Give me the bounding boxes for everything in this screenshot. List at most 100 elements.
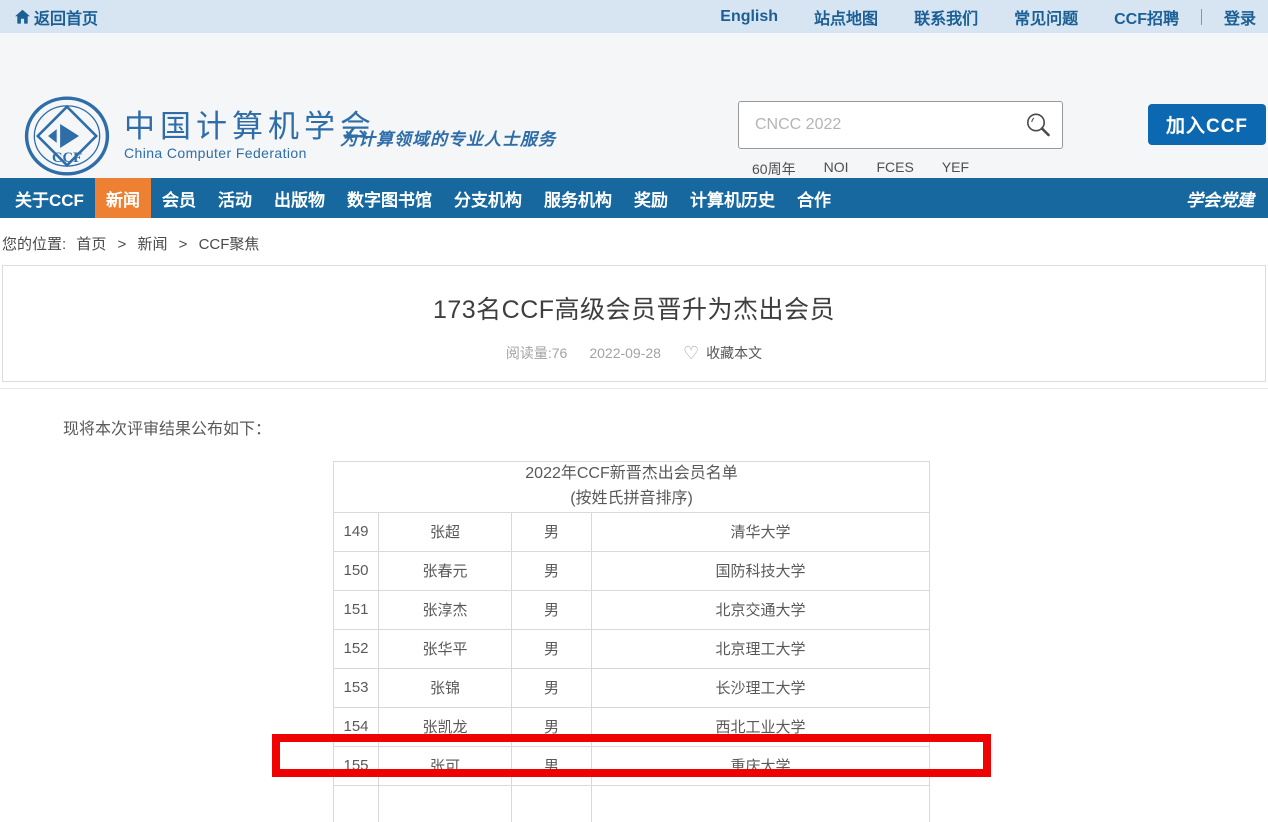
table-title: 2022年CCF新晋杰出会员名单 (按姓氏拼音排序) (334, 462, 930, 513)
hot-link-yef[interactable]: YEF (942, 159, 969, 179)
cell-affiliation: 国防科技大学 (592, 551, 930, 590)
nav-item-party-building[interactable]: 学会党建 (1186, 178, 1268, 218)
table-row-partial (334, 785, 930, 822)
ccf-news-page: 返回首页 English 站点地图 联系我们 常见问题 CCF招聘 登录 CCF… (0, 0, 1268, 822)
cell-name: 张春元 (379, 551, 512, 590)
topbar-links: English 站点地图 联系我们 常见问题 CCF招聘 登录 (720, 5, 1256, 29)
nav-item-publications[interactable]: 出版物 (263, 178, 336, 218)
cell-no: 155 (334, 746, 379, 785)
table-row: 155 张可 男 重庆大学 (334, 746, 930, 785)
cell-name: 张超 (379, 512, 512, 551)
search-icon[interactable] (1024, 111, 1052, 139)
nav-item-activities[interactable]: 活动 (207, 178, 263, 218)
cell-no: 151 (334, 590, 379, 629)
cell-gender: 男 (512, 746, 592, 785)
nav-item-about[interactable]: 关于CCF (4, 178, 95, 218)
ccf-logo-emblem: CCF (24, 93, 110, 179)
back-to-home-label: 返回首页 (34, 5, 98, 29)
nav-item-services[interactable]: 服务机构 (533, 178, 623, 218)
nav-item-cooperation[interactable]: 合作 (786, 178, 842, 218)
cell-name: 张锦 (379, 668, 512, 707)
topbar-link-sitemap[interactable]: 站点地图 (814, 5, 878, 29)
nav-item-awards[interactable]: 奖励 (623, 178, 679, 218)
join-ccf-button[interactable]: 加入CCF (1148, 104, 1266, 145)
breadcrumb-separator: > (179, 236, 188, 253)
breadcrumb-ccf-focus[interactable]: CCF聚焦 (199, 236, 260, 253)
article-title-card: 173名CCF高级会员晋升为杰出会员 阅读量:76 2022-09-28 ♡ 收… (2, 265, 1266, 382)
cell-gender: 男 (512, 512, 592, 551)
topbar-link-contact[interactable]: 联系我们 (914, 5, 978, 29)
cell-affiliation: 清华大学 (592, 512, 930, 551)
cell-affiliation: 西北工业大学 (592, 707, 930, 746)
cell-name: 张凯龙 (379, 707, 512, 746)
org-tagline: 为计算领域的专业人士服务 (340, 125, 556, 150)
top-utility-bar: 返回首页 English 站点地图 联系我们 常见问题 CCF招聘 登录 (0, 0, 1268, 33)
breadcrumb-home[interactable]: 首页 (76, 236, 106, 253)
cell-name: 张淳杰 (379, 590, 512, 629)
table-row: 153 张锦 男 长沙理工大学 (334, 668, 930, 707)
hot-link-noi[interactable]: NOI (824, 159, 849, 179)
cell-no: 152 (334, 629, 379, 668)
org-name-block: 中国计算机学会 China Computer Federation (124, 111, 376, 161)
breadcrumb-news[interactable]: 新闻 (137, 236, 167, 253)
back-to-home-link[interactable]: 返回首页 (14, 5, 98, 29)
table-title-line2: (按姓氏拼音排序) (334, 487, 929, 512)
nav-item-computer-history[interactable]: 计算机历史 (679, 178, 786, 218)
hot-link-fces[interactable]: FCES (876, 159, 913, 179)
cell-gender: 男 (512, 668, 592, 707)
table-row: 150 张春元 男 国防科技大学 (334, 551, 930, 590)
search-box (738, 101, 1063, 149)
cell-gender (512, 785, 592, 822)
cell-no (334, 785, 379, 822)
cell-affiliation: 北京交通大学 (592, 590, 930, 629)
search-zone: 60周年 NOI FCES YEF (738, 101, 1068, 179)
cell-affiliation: 长沙理工大学 (592, 668, 930, 707)
table-row: 152 张华平 男 北京理工大学 (334, 629, 930, 668)
hot-links: 60周年 NOI FCES YEF (752, 159, 1068, 179)
nav-item-news[interactable]: 新闻 (95, 178, 151, 218)
main-nav: 关于CCF 新闻 会员 活动 出版物 数字图书馆 分支机构 服务机构 奖励 计算… (0, 178, 1268, 218)
topbar-link-faq[interactable]: 常见问题 (1014, 5, 1078, 29)
article-content: 现将本次评审结果公布如下： 2022年CCF新晋杰出会员名单 (按姓氏拼音排序)… (0, 388, 1268, 822)
breadcrumb: 您的位置: 首页 > 新闻 > CCF聚焦 (0, 218, 1268, 265)
article-meta: 阅读量:76 2022-09-28 ♡ 收藏本文 (3, 343, 1265, 363)
topbar-link-recruit[interactable]: CCF招聘 (1114, 5, 1179, 29)
breadcrumb-prefix: 您的位置: (2, 236, 66, 253)
cell-affiliation (592, 785, 930, 822)
cell-name: 张华平 (379, 629, 512, 668)
ccf-logo-link[interactable]: CCF 中国计算机学会 China Computer Federation (24, 93, 376, 179)
favorite-label: 收藏本文 (706, 343, 762, 363)
svg-text:CCF: CCF (52, 150, 82, 166)
cell-no: 153 (334, 668, 379, 707)
cell-no: 154 (334, 707, 379, 746)
cell-name (379, 785, 512, 822)
views-count: 阅读量:76 (506, 343, 567, 363)
cell-gender: 男 (512, 629, 592, 668)
table-caption-row: 2022年CCF新晋杰出会员名单 (按姓氏拼音排序) (334, 462, 930, 513)
cell-name: 张可 (379, 746, 512, 785)
breadcrumb-separator: > (118, 236, 127, 253)
publish-date: 2022-09-28 (589, 345, 661, 361)
login-link[interactable]: 登录 (1224, 5, 1256, 29)
topbar-link-english[interactable]: English (720, 8, 778, 26)
cell-no: 149 (334, 512, 379, 551)
nav-item-digital-library[interactable]: 数字图书馆 (336, 178, 443, 218)
table-row: 151 张淳杰 男 北京交通大学 (334, 590, 930, 629)
favorite-button[interactable]: ♡ 收藏本文 (683, 343, 762, 363)
hot-link-60th[interactable]: 60周年 (752, 159, 796, 179)
topbar-divider (1201, 9, 1202, 25)
cell-affiliation: 重庆大学 (592, 746, 930, 785)
intro-paragraph: 现将本次评审结果公布如下： (63, 415, 1268, 439)
table-row: 149 张超 男 清华大学 (334, 512, 930, 551)
cell-gender: 男 (512, 551, 592, 590)
heart-icon: ♡ (683, 344, 699, 362)
table-title-line1: 2022年CCF新晋杰出会员名单 (334, 462, 929, 487)
search-input[interactable] (753, 115, 1024, 135)
nav-item-branches[interactable]: 分支机构 (443, 178, 533, 218)
cell-gender: 男 (512, 590, 592, 629)
home-icon (14, 9, 31, 25)
org-name-cn: 中国计算机学会 (124, 111, 376, 142)
nav-item-membership[interactable]: 会员 (151, 178, 207, 218)
site-header: CCF 中国计算机学会 China Computer Federation 为计… (0, 33, 1268, 178)
cell-no: 150 (334, 551, 379, 590)
